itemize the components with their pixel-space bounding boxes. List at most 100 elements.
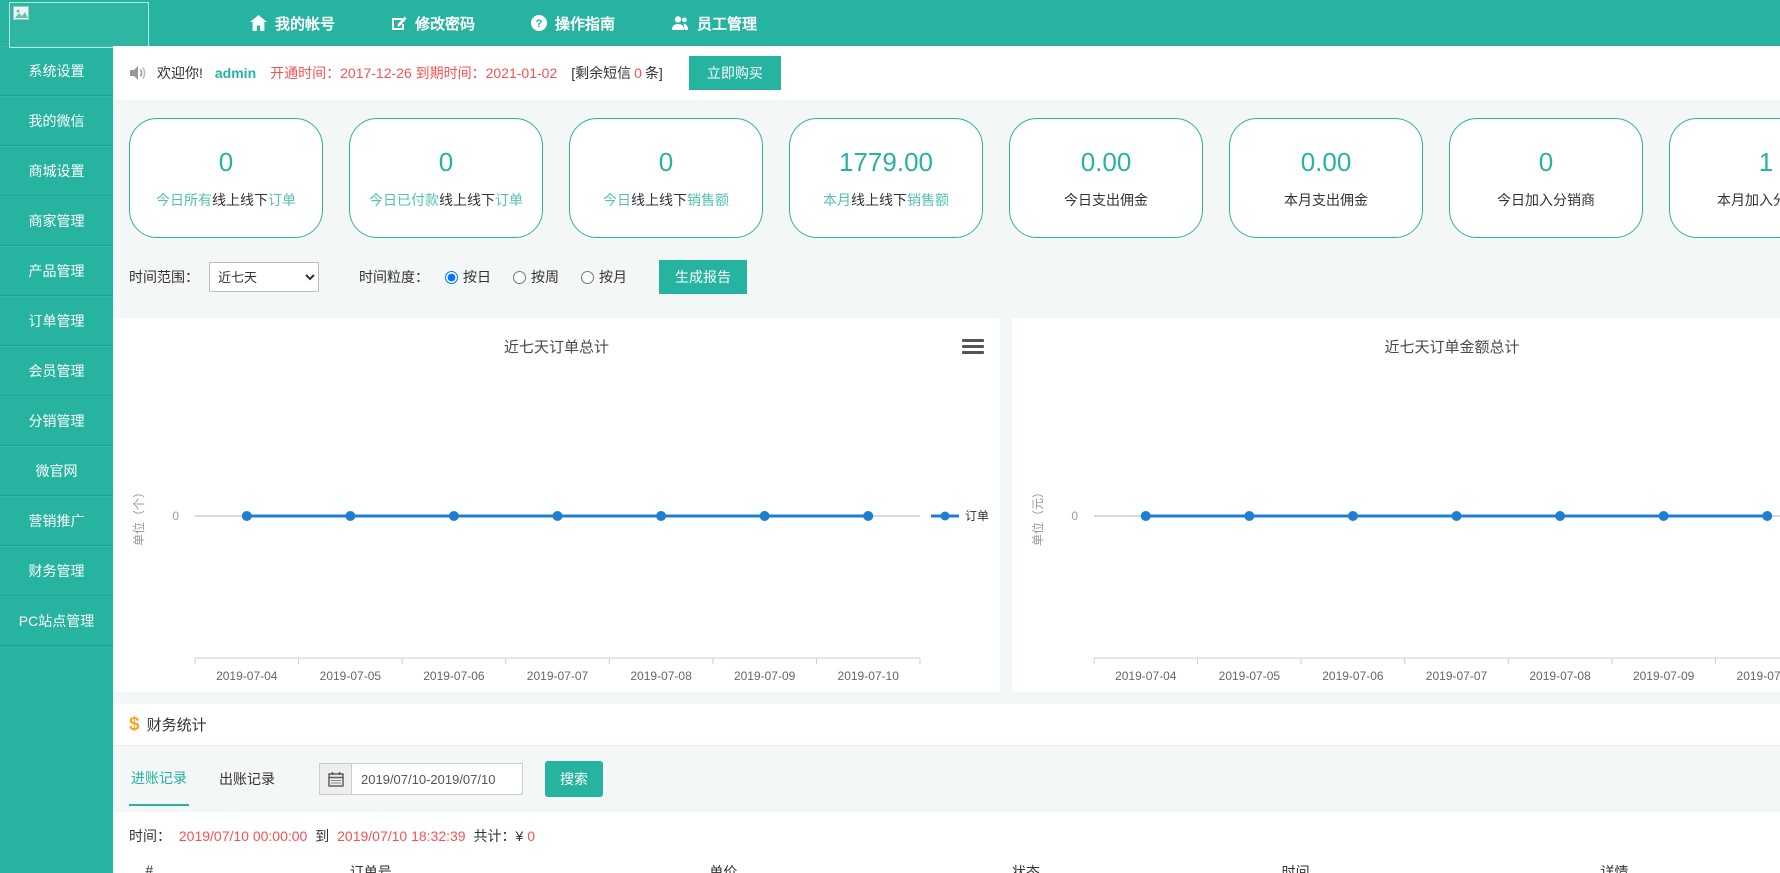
chart-menu-icon[interactable] — [962, 336, 984, 357]
filter-bar: 时间范围： 近七天 时间粒度： 按日 按周 按月 生成报告 — [129, 256, 1780, 298]
data-point — [449, 511, 459, 521]
sms-remaining: [剩余短信0条] — [571, 63, 663, 83]
line-chart: 单位（个）02019-07-042019-07-052019-07-062019… — [113, 371, 993, 689]
sidebar-item-9[interactable]: 营销推广 — [0, 496, 113, 546]
question-icon: ? — [531, 15, 547, 31]
data-point — [1244, 511, 1254, 521]
main-content: 欢迎你! admin 开通时间：2017-12-26 到期时间：2021-01-… — [113, 46, 1780, 873]
granularity-radio[interactable] — [445, 271, 458, 284]
x-axis-label: 2019-07-05 — [320, 669, 382, 683]
data-point — [242, 511, 252, 521]
stat-value: 0 — [1539, 147, 1553, 178]
nav-item-3[interactable]: 员工管理 — [671, 13, 757, 34]
x-axis-label: 2019-07-04 — [216, 669, 278, 683]
data-point — [1452, 511, 1462, 521]
data-point — [1141, 511, 1151, 521]
records-start-time: 2019/07/10 00:00:00 — [179, 828, 307, 844]
records-table-header: #订单号单价状态时间详情 — [129, 862, 1764, 873]
welcome-greeting: 欢迎你! — [157, 63, 203, 83]
stat-label: 今日线上线下销售额 — [603, 190, 729, 210]
stat-card: 0.00 本月支出佣金 — [1229, 118, 1423, 238]
stat-value: 0 — [439, 147, 453, 178]
sidebar-item-7[interactable]: 分销管理 — [0, 396, 113, 446]
x-axis-label: 2019-07-06 — [1322, 669, 1384, 683]
date-range-picker — [319, 763, 523, 795]
stat-value: 1779.00 — [839, 147, 933, 178]
y-axis-unit-label: 单位（元） — [1030, 486, 1045, 546]
sidebar-item-2[interactable]: 商城设置 — [0, 146, 113, 196]
home-icon — [250, 15, 267, 31]
buy-now-button[interactable]: 立即购买 — [689, 56, 781, 90]
line-chart: 单位（元）02019-07-042019-07-052019-07-062019… — [1012, 371, 1780, 689]
stat-card: 0 今日线上线下销售额 — [569, 118, 763, 238]
stat-label: 今日支出佣金 — [1064, 190, 1148, 210]
sidebar-item-10[interactable]: 财务管理 — [0, 546, 113, 596]
stat-label: 本月加入分销商 — [1717, 190, 1780, 210]
granularity-option-2[interactable]: 按月 — [581, 267, 627, 287]
granularity-options: 按日 按周 按月 — [445, 267, 649, 287]
charts-row: 近七天订单总计 单位（个）02019-07-042019-07-052019-0… — [113, 318, 1780, 692]
stat-value: 0 — [659, 147, 673, 178]
sidebar-item-3[interactable]: 商家管理 — [0, 196, 113, 246]
column-header-5: 详情 — [1601, 862, 1629, 873]
dollar-icon: $ — [129, 714, 140, 736]
tab-expense-records[interactable]: 出账记录 — [217, 753, 277, 805]
calendar-icon[interactable] — [319, 763, 351, 795]
sidebar-item-11[interactable]: PC站点管理 — [0, 596, 113, 646]
nav-item-0[interactable]: 我的帐号 — [250, 13, 335, 34]
data-point — [1762, 511, 1772, 521]
sidebar-item-4[interactable]: 产品管理 — [0, 246, 113, 296]
sidebar-item-0[interactable]: 系统设置 — [0, 46, 113, 96]
search-button[interactable]: 搜索 — [545, 761, 603, 797]
sidebar-item-5[interactable]: 订单管理 — [0, 296, 113, 346]
sidebar-item-1[interactable]: 我的微信 — [0, 96, 113, 146]
speaker-icon — [129, 65, 147, 81]
nav-item-1[interactable]: 修改密码 — [391, 13, 475, 34]
stat-card: 0.00 今日支出佣金 — [1009, 118, 1203, 238]
date-range-input[interactable] — [351, 763, 523, 795]
stat-label: 今日加入分销商 — [1497, 190, 1595, 210]
tab-income-records[interactable]: 进账记录 — [129, 752, 189, 806]
x-axis-label: 2019-07-06 — [423, 669, 485, 683]
data-point — [656, 511, 666, 521]
username: admin — [215, 65, 256, 81]
stat-label: 今日已付款线上线下订单 — [369, 190, 523, 210]
x-axis-label: 2019-07-10 — [1737, 669, 1780, 683]
granularity-radio[interactable] — [513, 271, 526, 284]
granularity-option-0[interactable]: 按日 — [445, 267, 491, 287]
finance-title: 财务统计 — [147, 714, 207, 735]
generate-report-button[interactable]: 生成报告 — [659, 260, 747, 294]
records-section: 时间： 2019/07/10 00:00:00 到 2019/07/10 18:… — [113, 812, 1780, 873]
sidebar-item-6[interactable]: 会员管理 — [0, 346, 113, 396]
edit-password-icon — [391, 15, 407, 31]
y-axis-zero-tick: 0 — [172, 509, 179, 523]
sidebar-item-8[interactable]: 微官网 — [0, 446, 113, 496]
time-range-select[interactable]: 近七天 — [209, 262, 319, 292]
data-point — [1659, 511, 1669, 521]
granularity-option-1[interactable]: 按周 — [513, 267, 559, 287]
x-axis-label: 2019-07-10 — [838, 669, 900, 683]
stat-card: 0 今日加入分销商 — [1449, 118, 1643, 238]
x-axis-label: 2019-07-08 — [630, 669, 692, 683]
order-amount-chart-panel: 近七天订单金额总计 单位（元）02019-07-042019-07-052019… — [1012, 318, 1780, 692]
records-time-summary: 时间： 2019/07/10 00:00:00 到 2019/07/10 18:… — [129, 826, 1764, 846]
y-axis-zero-tick: 0 — [1071, 509, 1078, 523]
legend-label[interactable]: 订单 — [965, 509, 989, 523]
svg-text:?: ? — [536, 18, 543, 30]
x-axis-label: 2019-07-09 — [1633, 669, 1695, 683]
stat-card: 1 本月加入分销商 — [1669, 118, 1780, 238]
column-header-4: 时间 — [1282, 862, 1310, 873]
stat-value: 0.00 — [1081, 147, 1132, 178]
stat-label: 今日所有线上线下订单 — [156, 190, 296, 210]
stat-card: 1779.00 本月线上线下销售额 — [789, 118, 983, 238]
nav-item-2[interactable]: ? 操作指南 — [531, 13, 615, 34]
data-point — [760, 511, 770, 521]
logo — [9, 2, 149, 48]
data-point — [345, 511, 355, 521]
granularity-radio[interactable] — [581, 271, 594, 284]
column-header-3: 状态 — [1012, 862, 1040, 873]
records-end-time: 2019/07/10 18:32:39 — [337, 828, 465, 844]
column-header-0: # — [145, 862, 153, 873]
chart-title: 近七天订单金额总计 — [1012, 336, 1780, 357]
finance-section-header: $ 财务统计 — [113, 704, 1780, 746]
